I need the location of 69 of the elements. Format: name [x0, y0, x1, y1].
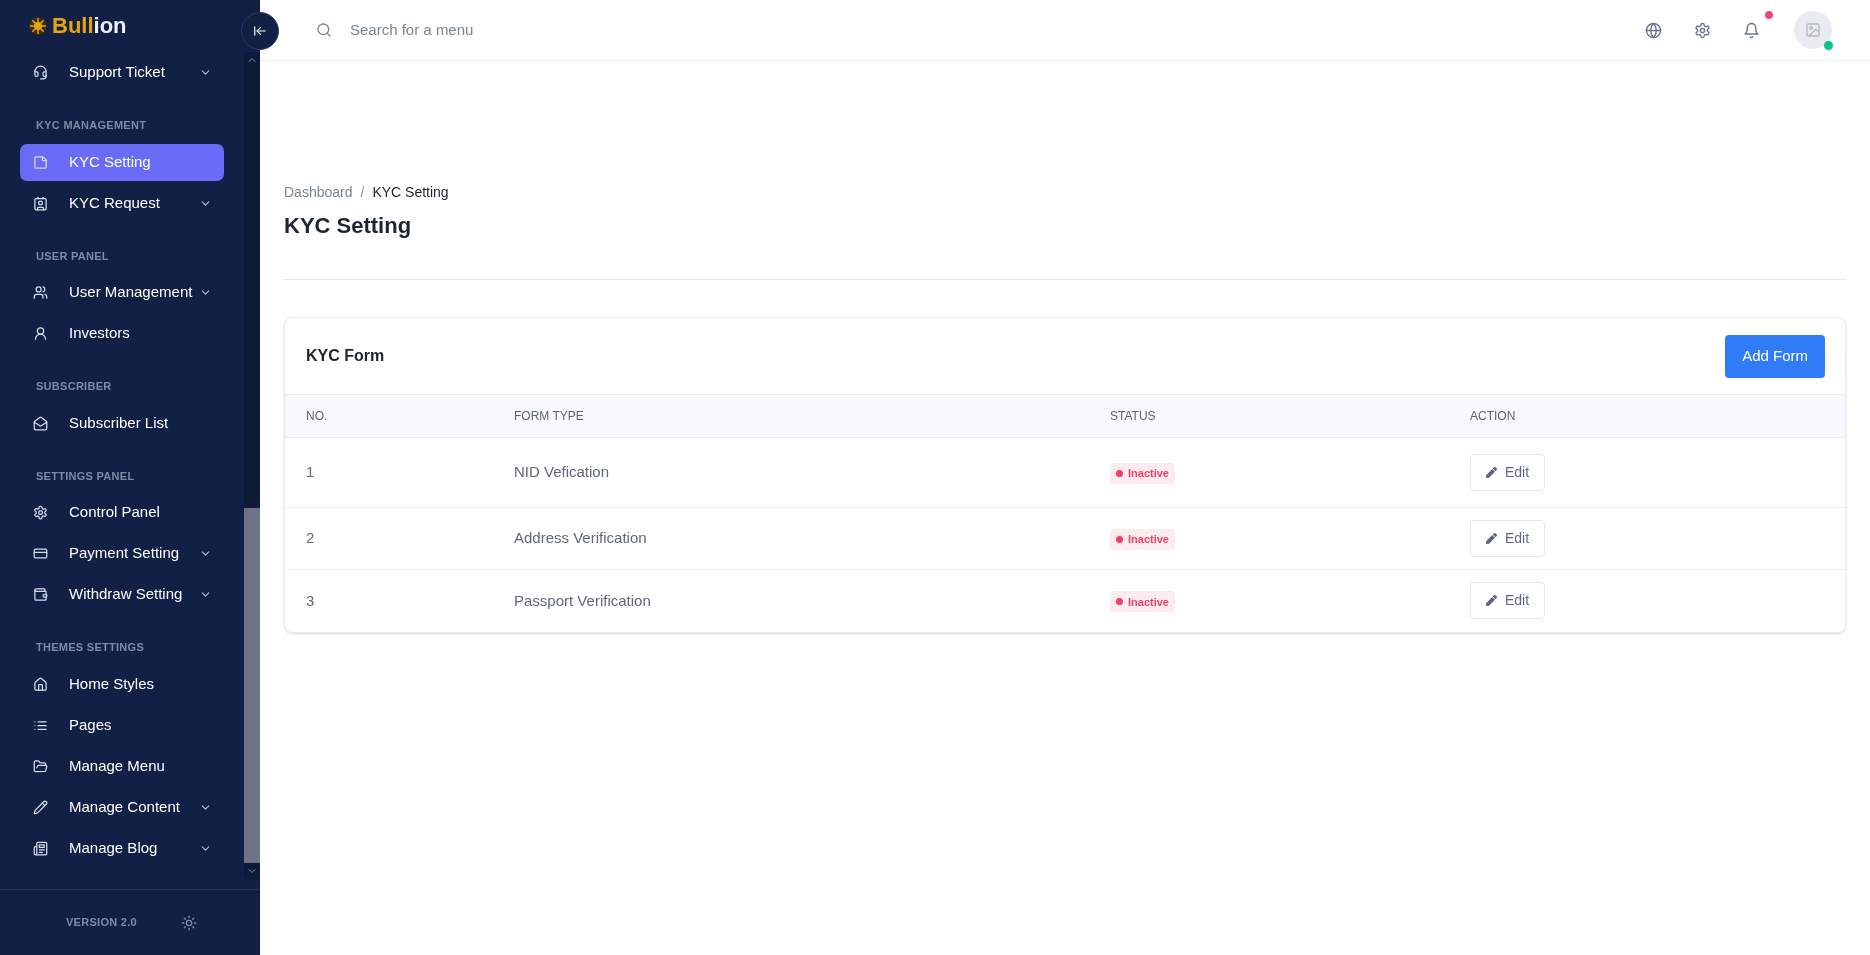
- status-badge: Inactive: [1110, 463, 1175, 484]
- section-heading: THEMES SETTINGS: [35, 640, 146, 655]
- sidebar-item[interactable]: Control Panel: [20, 494, 224, 531]
- folder-icon: [33, 758, 48, 774]
- wallet-icon: [33, 587, 48, 602]
- newspaper-icon: [33, 840, 48, 856]
- sidebar-item[interactable]: Support Ticket: [20, 54, 224, 91]
- column-header: STATUS: [1110, 394, 1470, 438]
- pencil-icon: [33, 799, 48, 815]
- person-icon: [33, 326, 48, 341]
- table-cell: Passport Verification: [514, 569, 1110, 632]
- edit-button[interactable]: Edit: [1470, 582, 1546, 620]
- sun-logo-icon: [28, 16, 48, 36]
- search-field[interactable]: Search for a menu: [350, 18, 1645, 42]
- theme-toggle-icon[interactable]: [180, 914, 197, 931]
- column-header: ACTION: [1470, 394, 1845, 438]
- sidebar-item[interactable]: Manage Blog: [20, 829, 224, 867]
- headset-icon: [33, 65, 48, 80]
- page-title: KYC Setting: [284, 212, 413, 240]
- table-cell: NID Vefication: [514, 437, 1110, 508]
- section-heading: KYC MANAGEMENT: [35, 118, 148, 133]
- image-placeholder-icon: [1805, 22, 1821, 38]
- column-header: FORM TYPE: [514, 394, 1110, 438]
- breadcrumb-link[interactable]: Dashboard: [284, 182, 353, 203]
- section-heading: SETTINGS PANEL: [35, 468, 136, 484]
- house-icon: [33, 676, 48, 692]
- status-badge: Inactive: [1110, 529, 1175, 550]
- card-title: KYC Form: [306, 346, 385, 366]
- sidebar-item[interactable]: Pages: [20, 706, 224, 744]
- edit-button[interactable]: Edit: [1470, 454, 1546, 491]
- version-label: VERSION 2.0: [66, 915, 137, 931]
- scrollbar-thumb[interactable]: [244, 508, 260, 863]
- pencil-icon: [1486, 467, 1497, 478]
- table-cell: 3: [285, 569, 514, 632]
- table-cell: Address Verification: [514, 507, 1110, 570]
- globe-icon[interactable]: [1645, 21, 1662, 39]
- sidebar-item[interactable]: User Management: [20, 274, 224, 311]
- collapse-sidebar-button[interactable]: [241, 12, 279, 50]
- pencil-icon: [1486, 533, 1497, 544]
- table-cell: 2: [285, 507, 514, 570]
- sidebar-item[interactable]: Home Styles: [20, 665, 224, 703]
- sidebar-item[interactable]: Manage Menu: [20, 747, 224, 785]
- section-heading: USER PANEL: [35, 248, 110, 264]
- envelope-icon: [33, 415, 48, 431]
- search-icon: [316, 22, 332, 38]
- user-list-icon: [33, 195, 48, 211]
- status-badge: Inactive: [1110, 591, 1175, 613]
- sidebar-item[interactable]: Investors: [20, 315, 224, 352]
- sidebar-item[interactable]: Subscriber List: [20, 404, 224, 442]
- sidebar-item[interactable]: KYC Setting: [20, 143, 224, 181]
- sidebar-item[interactable]: Withdraw Setting: [20, 576, 224, 613]
- sidebar-item[interactable]: Payment Setting: [20, 535, 224, 572]
- collapse-icon: [253, 24, 267, 38]
- note-icon: [33, 154, 48, 170]
- brand-name: Bullion: [52, 15, 127, 37]
- sidebar-item[interactable]: Manage Content: [20, 788, 224, 826]
- edit-button[interactable]: Edit: [1470, 520, 1546, 557]
- settings-icon[interactable]: [1694, 21, 1711, 39]
- add-form-button[interactable]: Add Form: [1725, 334, 1825, 378]
- table-cell: 1: [285, 437, 514, 508]
- breadcrumb-separator: /: [360, 183, 365, 202]
- settings-icon: [33, 505, 48, 520]
- section-heading: SUBSCRIBER: [35, 379, 113, 394]
- pencil-icon: [1486, 595, 1497, 607]
- column-header: NO.: [285, 394, 514, 438]
- users-icon: [33, 285, 48, 300]
- breadcrumb-current: KYC Setting: [372, 183, 449, 202]
- card-icon: [33, 546, 48, 561]
- sidebar-item[interactable]: KYC Request: [20, 184, 224, 222]
